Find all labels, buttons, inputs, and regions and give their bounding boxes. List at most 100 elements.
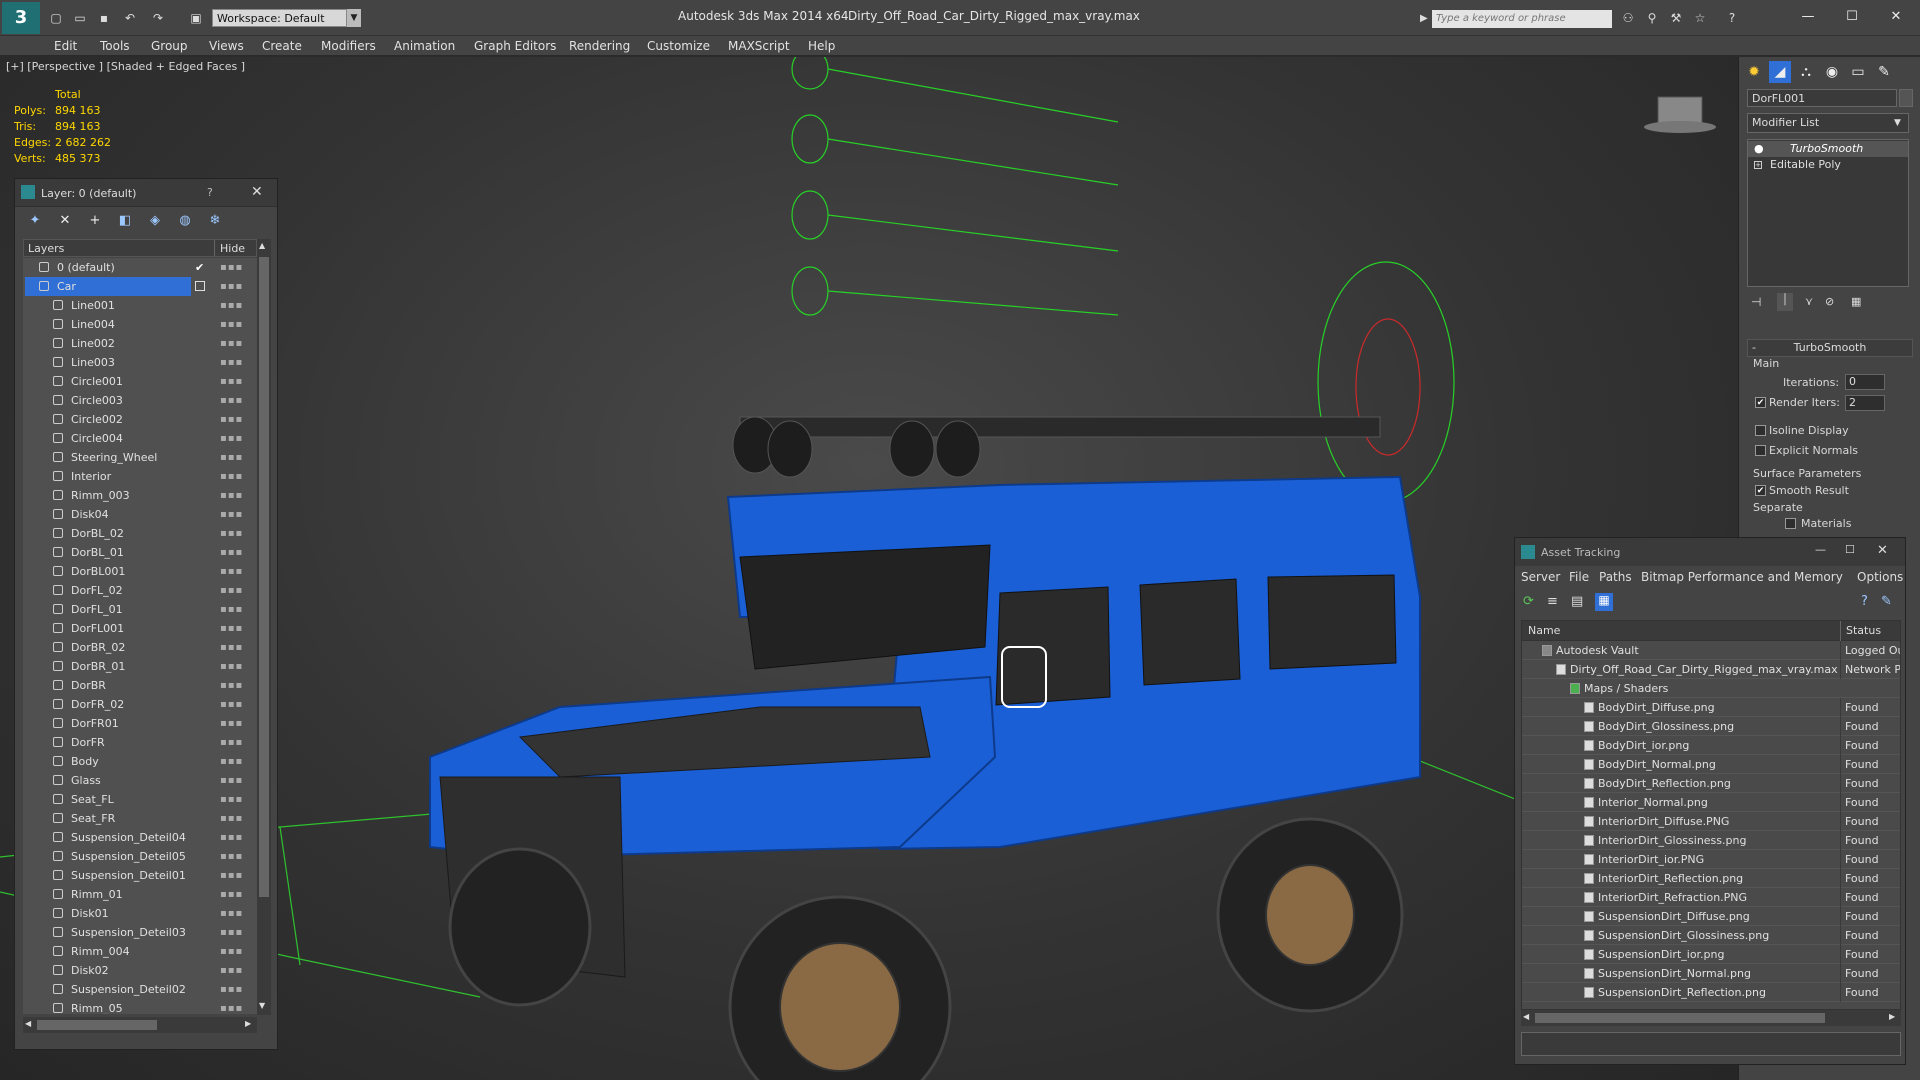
stack-item-turbosmooth[interactable]: ● TurboSmooth bbox=[1748, 141, 1908, 157]
hide-toggle[interactable]: ▪▪▪ bbox=[220, 923, 243, 942]
save-file-icon[interactable]: ▪ bbox=[96, 10, 112, 26]
turbosmooth-rollout-header[interactable]: - TurboSmooth bbox=[1747, 339, 1913, 357]
layer-object-row[interactable]: DorFR ▪▪▪ bbox=[23, 733, 257, 752]
menu-views[interactable]: Views bbox=[209, 39, 244, 53]
scroll-thumb[interactable] bbox=[259, 257, 269, 897]
layer-object-row[interactable]: DorFL001 ▪▪▪ bbox=[23, 619, 257, 638]
asset-menu-server[interactable]: Server bbox=[1521, 570, 1560, 584]
asset-row[interactable]: SuspensionDirt_Reflection.png Found bbox=[1522, 983, 1900, 1002]
layer-row-car[interactable]: Car ▪▪▪ bbox=[23, 277, 257, 296]
asset-maximize-button[interactable]: ☐ bbox=[1845, 543, 1855, 556]
col-layers[interactable]: Layers bbox=[28, 242, 64, 255]
layer-object-row[interactable]: DorBR ▪▪▪ bbox=[23, 676, 257, 695]
select-objects-icon[interactable]: ◧ bbox=[117, 213, 133, 229]
lightbulb-icon[interactable]: ● bbox=[1754, 141, 1764, 157]
highlight-editor-icon[interactable]: ✎ bbox=[1881, 594, 1892, 609]
maximize-button[interactable]: ☐ bbox=[1832, 6, 1872, 28]
layer-object-row[interactable]: DorFL_02 ▪▪▪ bbox=[23, 581, 257, 600]
asset-row[interactable]: BodyDirt_ior.png Found bbox=[1522, 736, 1900, 755]
layer-object-row[interactable]: DorBR_01 ▪▪▪ bbox=[23, 657, 257, 676]
menu-help[interactable]: Help bbox=[808, 39, 835, 53]
favorites-star-icon[interactable]: ☆ bbox=[1692, 10, 1708, 26]
utilities-tab-icon[interactable]: ✎ bbox=[1873, 61, 1895, 83]
asset-row[interactable]: Dirty_Off_Road_Car_Dirty_Rigged_max_vray… bbox=[1522, 660, 1900, 679]
layer-object-row[interactable]: DorBL_02 ▪▪▪ bbox=[23, 524, 257, 543]
modifier-list-dropdown[interactable]: Modifier List ▼ bbox=[1747, 113, 1909, 133]
asset-menu-file[interactable]: File bbox=[1569, 570, 1589, 584]
asset-row[interactable]: InteriorDirt_Refraction.PNG Found bbox=[1522, 888, 1900, 907]
layer-object-row[interactable]: DorFR01 ▪▪▪ bbox=[23, 714, 257, 733]
render-iters-checkbox[interactable]: ✔ bbox=[1755, 397, 1766, 408]
layer-object-row[interactable]: Circle004 ▪▪▪ bbox=[23, 429, 257, 448]
hide-toggle[interactable]: ▪▪▪ bbox=[220, 410, 243, 429]
pin-stack-icon[interactable]: ⊣ bbox=[1751, 295, 1761, 309]
scroll-right-icon[interactable]: ▶ bbox=[1889, 1012, 1895, 1021]
layer-object-row[interactable]: Circle001 ▪▪▪ bbox=[23, 372, 257, 391]
layer-object-row[interactable]: DorBR_02 ▪▪▪ bbox=[23, 638, 257, 657]
smooth-result-checkbox[interactable]: ✔ bbox=[1755, 485, 1766, 496]
highlight-objects-icon[interactable]: ◈ bbox=[147, 213, 163, 229]
col-status[interactable]: Status bbox=[1846, 624, 1881, 637]
subscription-icon[interactable]: ⚒ bbox=[1668, 10, 1684, 26]
make-unique-icon[interactable]: ⋎ bbox=[1805, 295, 1813, 308]
list-view-icon[interactable]: ≡ bbox=[1547, 594, 1563, 610]
isoline-checkbox[interactable] bbox=[1755, 425, 1766, 436]
hide-toggle[interactable]: ▪▪▪ bbox=[220, 524, 243, 543]
layer-object-row[interactable]: Line001 ▪▪▪ bbox=[23, 296, 257, 315]
search-input[interactable]: Type a keyword or phrase bbox=[1432, 10, 1612, 28]
help-tracking-icon[interactable]: ? bbox=[1861, 594, 1868, 609]
layer-object-row[interactable]: Line002 ▪▪▪ bbox=[23, 334, 257, 353]
asset-row[interactable]: BodyDirt_Reflection.png Found bbox=[1522, 774, 1900, 793]
show-end-result-icon[interactable]: ⏐ bbox=[1777, 293, 1793, 311]
layer-object-row[interactable]: Interior ▪▪▪ bbox=[23, 467, 257, 486]
layer-object-row[interactable]: Body ▪▪▪ bbox=[23, 752, 257, 771]
expand-icon[interactable]: + bbox=[1754, 161, 1762, 169]
scroll-left-icon[interactable]: ◀ bbox=[25, 1019, 31, 1028]
stack-item-editable-poly[interactable]: + Editable Poly bbox=[1748, 157, 1908, 173]
h-scroll-thumb[interactable] bbox=[1535, 1013, 1825, 1023]
hide-toggle[interactable]: ▪▪▪ bbox=[220, 714, 243, 733]
hide-toggle[interactable]: ▪▪▪ bbox=[220, 353, 243, 372]
hide-toggle[interactable]: ▪▪▪ bbox=[220, 600, 243, 619]
layer-object-row[interactable]: DorFL_01 ▪▪▪ bbox=[23, 600, 257, 619]
menu-graph-editors[interactable]: Graph Editors bbox=[474, 39, 556, 53]
hide-toggle[interactable]: ▪▪▪ bbox=[220, 790, 243, 809]
scroll-down-icon[interactable]: ▼ bbox=[259, 1001, 265, 1010]
menu-edit[interactable]: Edit bbox=[54, 39, 77, 53]
asset-row[interactable]: Autodesk Vault Logged Ou bbox=[1522, 641, 1900, 660]
asset-row[interactable]: InteriorDirt_Diffuse.PNG Found bbox=[1522, 812, 1900, 831]
menu-customize[interactable]: Customize bbox=[647, 39, 710, 53]
active-layer-checkbox[interactable] bbox=[195, 281, 205, 291]
scroll-right-icon[interactable]: ▶ bbox=[245, 1019, 251, 1028]
asset-row[interactable]: InteriorDirt_ior.PNG Found bbox=[1522, 850, 1900, 869]
motion-tab-icon[interactable]: ◉ bbox=[1821, 61, 1843, 83]
table-view-icon[interactable]: ▦ bbox=[1595, 593, 1613, 611]
layer-horizontal-scrollbar[interactable]: ◀ ▶ bbox=[23, 1017, 257, 1033]
asset-row[interactable]: Interior_Normal.png Found bbox=[1522, 793, 1900, 812]
layer-object-row[interactable]: Steering_Wheel ▪▪▪ bbox=[23, 448, 257, 467]
hide-toggle[interactable]: ▪▪▪ bbox=[220, 847, 243, 866]
modify-tab-icon[interactable]: ◢ bbox=[1769, 61, 1791, 83]
asset-row[interactable]: InteriorDirt_Glossiness.png Found bbox=[1522, 831, 1900, 850]
hide-toggle[interactable]: ▪▪▪ bbox=[220, 467, 243, 486]
asset-row[interactable]: Maps / Shaders bbox=[1522, 679, 1900, 698]
layer-object-row[interactable]: Disk02 ▪▪▪ bbox=[23, 961, 257, 980]
layer-object-row[interactable]: Disk04 ▪▪▪ bbox=[23, 505, 257, 524]
undo-icon[interactable]: ↶ bbox=[122, 10, 138, 26]
object-name-field[interactable]: DorFL001 bbox=[1747, 89, 1897, 107]
layer-object-row[interactable]: Rimm_01 ▪▪▪ bbox=[23, 885, 257, 904]
layer-object-row[interactable]: Disk01 ▪▪▪ bbox=[23, 904, 257, 923]
menu-animation[interactable]: Animation bbox=[394, 39, 455, 53]
binoculars-icon[interactable]: ⚇ bbox=[1620, 10, 1636, 26]
iterations-spinner[interactable]: 0 bbox=[1845, 374, 1885, 390]
new-file-icon[interactable]: ▢ bbox=[48, 10, 64, 26]
layer-object-row[interactable]: Rimm_004 ▪▪▪ bbox=[23, 942, 257, 961]
layer-object-row[interactable]: Suspension_Deteil04 ▪▪▪ bbox=[23, 828, 257, 847]
asset-horizontal-scrollbar[interactable]: ◀ ▶ bbox=[1521, 1010, 1901, 1026]
detail-view-icon[interactable]: ▤ bbox=[1571, 594, 1587, 610]
hide-toggle[interactable]: ▪▪▪ bbox=[220, 980, 243, 999]
hide-toggle[interactable]: ▪▪▪ bbox=[220, 638, 243, 657]
hide-toggle[interactable]: ▪▪▪ bbox=[220, 695, 243, 714]
layer-object-row[interactable]: Suspension_Deteil01 ▪▪▪ bbox=[23, 866, 257, 885]
layer-object-row[interactable]: Rimm_05 ▪▪▪ bbox=[23, 999, 257, 1014]
